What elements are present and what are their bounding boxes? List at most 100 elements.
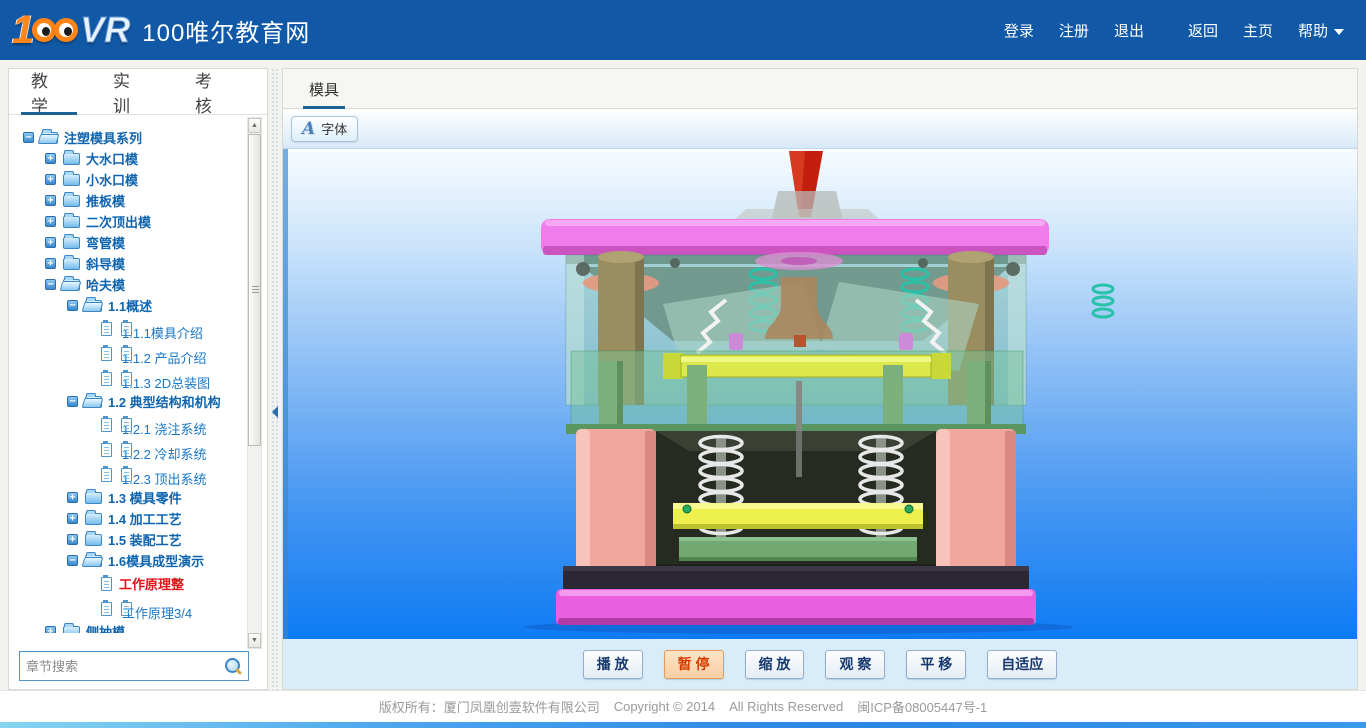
search-icon[interactable] bbox=[224, 657, 242, 675]
tree-item-selected[interactable]: 工作原理整 bbox=[17, 571, 249, 596]
tree-item[interactable]: 工作原理3/4 bbox=[17, 596, 249, 621]
tree-item-clipped[interactable]: 侧抽模 bbox=[17, 621, 249, 633]
top-header: 1VR 100唯尔教育网 登录 注册 退出 返回 主页 帮助 bbox=[0, 0, 1366, 60]
help-link[interactable]: 帮助 bbox=[1298, 20, 1344, 41]
tree-item[interactable]: 1.1.3 2D总装图 bbox=[17, 366, 249, 391]
scrollbar-thumb[interactable] bbox=[248, 134, 261, 446]
tab-training[interactable]: 实 训 bbox=[103, 69, 163, 114]
zoom-button[interactable]: 缩 放 bbox=[745, 650, 805, 679]
folder-icon bbox=[85, 534, 102, 546]
folder-icon bbox=[85, 492, 102, 504]
tree-item[interactable]: 弯管模 bbox=[17, 232, 249, 253]
tree-item[interactable]: 1.2.2 冷却系统 bbox=[17, 437, 249, 462]
folder-icon bbox=[63, 153, 80, 165]
folder-icon bbox=[63, 174, 80, 186]
open-folder-icon bbox=[41, 132, 58, 144]
open-folder-icon bbox=[85, 555, 102, 567]
tree-item[interactable]: 1.4 加工工艺 bbox=[17, 508, 249, 529]
sidebar-panel: 教 学 实 训 考 核 注塑模具系列 大水口模 小水口模 推板模 二次顶出模 弯… bbox=[8, 68, 268, 690]
expand-icon[interactable] bbox=[45, 626, 56, 633]
home-link[interactable]: 主页 bbox=[1243, 20, 1273, 41]
logo-vr-text: VR bbox=[80, 9, 130, 51]
tree-item[interactable]: 1.5 装配工艺 bbox=[17, 529, 249, 550]
viewer-canvas[interactable] bbox=[283, 149, 1357, 639]
login-link[interactable]: 登录 bbox=[1004, 20, 1034, 41]
folder-icon bbox=[63, 237, 80, 249]
collapse-icon[interactable] bbox=[67, 555, 78, 566]
footer: 版权所有：厦门凤凰创壹软件有限公司 Copyright © 2014 All R… bbox=[0, 690, 1366, 722]
panel-splitter[interactable] bbox=[271, 68, 280, 690]
tree-item[interactable]: 哈夫模 bbox=[17, 274, 249, 295]
scroll-up-arrow[interactable]: ▲ bbox=[248, 118, 261, 133]
tab-assessment[interactable]: 考 核 bbox=[185, 69, 245, 114]
tab-teaching[interactable]: 教 学 bbox=[21, 69, 81, 114]
tree-item[interactable]: 小水口模 bbox=[17, 169, 249, 190]
tree-item[interactable]: 1.2 典型结构和机构 bbox=[17, 391, 249, 412]
footer-company: 版权所有：厦门凤凰创壹软件有限公司 bbox=[379, 697, 600, 716]
logout-link[interactable]: 退出 bbox=[1114, 20, 1144, 41]
footer-copyright: Copyright © 2014 bbox=[614, 699, 715, 714]
expand-icon[interactable] bbox=[45, 174, 56, 185]
logo-eye-icon bbox=[32, 18, 56, 42]
collapse-icon[interactable] bbox=[23, 132, 34, 143]
tree-item[interactable]: 1.6模具成型演示 bbox=[17, 550, 249, 571]
search-input[interactable] bbox=[26, 659, 224, 674]
expand-icon[interactable] bbox=[67, 513, 78, 524]
collapse-icon[interactable] bbox=[67, 396, 78, 407]
register-link[interactable]: 注册 bbox=[1059, 20, 1089, 41]
font-button[interactable]: A字体 bbox=[291, 116, 358, 142]
expand-icon[interactable] bbox=[67, 492, 78, 503]
main-panel: 模具 A字体 bbox=[282, 68, 1358, 690]
tab-mold[interactable]: 模具 bbox=[303, 69, 345, 109]
tree-item[interactable]: 1.2.3 顶出系统 bbox=[17, 462, 249, 487]
tree-item[interactable]: 推板模 bbox=[17, 190, 249, 211]
expand-icon[interactable] bbox=[45, 258, 56, 269]
document-icon bbox=[101, 577, 112, 591]
document-icon bbox=[101, 418, 112, 432]
expand-icon[interactable] bbox=[67, 534, 78, 545]
footer-icp: 闽ICP备08005447号-1 bbox=[857, 697, 987, 716]
tree-item[interactable]: 二次顶出模 bbox=[17, 211, 249, 232]
pan-button[interactable]: 平 移 bbox=[906, 650, 966, 679]
collapse-icon[interactable] bbox=[67, 300, 78, 311]
sidebar-tab-bar: 教 学 实 训 考 核 bbox=[9, 69, 267, 115]
document-icon bbox=[101, 443, 112, 457]
sidebar-scrollbar[interactable]: ▲ ▼ bbox=[247, 117, 262, 649]
expand-icon[interactable] bbox=[45, 195, 56, 206]
site-title: 100唯尔教育网 bbox=[142, 13, 310, 48]
tree-item[interactable]: 1.1.2 产品介绍 bbox=[17, 341, 249, 366]
scrollbar-grip-icon bbox=[252, 286, 259, 293]
open-folder-icon bbox=[63, 279, 80, 291]
expand-icon[interactable] bbox=[45, 237, 56, 248]
folder-icon bbox=[63, 258, 80, 270]
pause-button[interactable]: 暂 停 bbox=[664, 650, 724, 679]
mold-model-illustration bbox=[283, 149, 1357, 639]
viewer-control-bar: 播 放 暂 停 缩 放 观 察 平 移 自适应 bbox=[283, 639, 1357, 689]
tree-item[interactable]: 1.1.1模具介绍 bbox=[17, 316, 249, 341]
sidebar-collapse-icon[interactable] bbox=[272, 406, 278, 418]
open-folder-icon bbox=[85, 300, 102, 312]
document-icon bbox=[101, 602, 112, 616]
expand-icon[interactable] bbox=[45, 153, 56, 164]
tree-item-root[interactable]: 注塑模具系列 bbox=[17, 127, 249, 148]
tree-item[interactable]: 1.1概述 bbox=[17, 295, 249, 316]
tree-item[interactable]: 1.2.1 浇注系统 bbox=[17, 412, 249, 437]
content-tab-bar: 模具 bbox=[283, 69, 1357, 109]
course-tree: 注塑模具系列 大水口模 小水口模 推板模 二次顶出模 弯管模 斜导模 哈夫模 1… bbox=[9, 115, 249, 633]
document-icon bbox=[101, 322, 112, 336]
header-links: 登录 注册 退出 返回 主页 帮助 bbox=[979, 20, 1344, 41]
collapse-icon[interactable] bbox=[45, 279, 56, 290]
auto-fit-button[interactable]: 自适应 bbox=[987, 650, 1057, 679]
viewer-toolbar: A字体 bbox=[283, 109, 1357, 149]
tree-item[interactable]: 大水口模 bbox=[17, 148, 249, 169]
chevron-down-icon bbox=[1334, 29, 1344, 35]
logo[interactable]: 1VR 100唯尔教育网 bbox=[12, 8, 310, 53]
play-button[interactable]: 播 放 bbox=[583, 650, 643, 679]
footer-accent-strip bbox=[0, 722, 1366, 728]
back-link[interactable]: 返回 bbox=[1188, 20, 1218, 41]
observe-button[interactable]: 观 察 bbox=[825, 650, 885, 679]
tree-item[interactable]: 斜导模 bbox=[17, 253, 249, 274]
expand-icon[interactable] bbox=[45, 216, 56, 227]
tree-item[interactable]: 1.3 模具零件 bbox=[17, 487, 249, 508]
scroll-down-arrow[interactable]: ▼ bbox=[248, 633, 261, 648]
